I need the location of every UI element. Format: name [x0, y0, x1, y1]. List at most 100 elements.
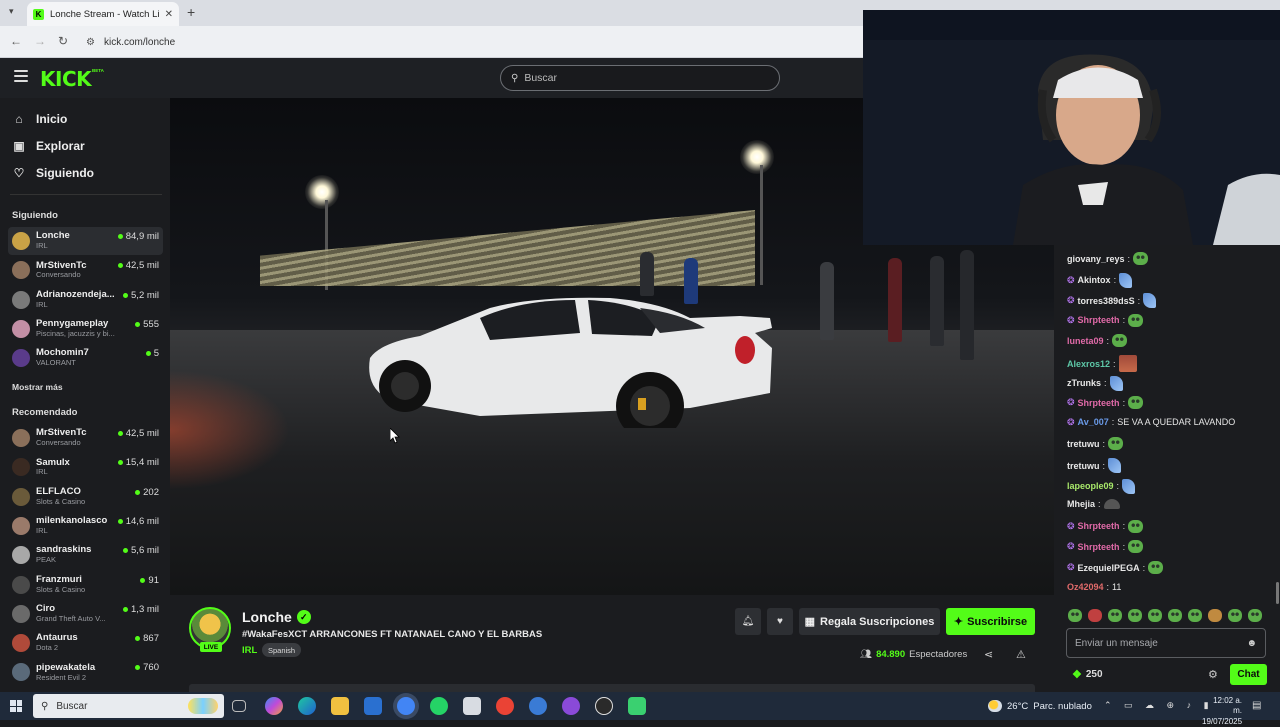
menu-icon[interactable]	[14, 70, 28, 85]
report-warning-icon[interactable]: ⚠	[1016, 648, 1026, 661]
tab-list-chevron-icon[interactable]: ▾	[9, 6, 14, 17]
live-dot-icon	[117, 460, 123, 466]
chrome-icon[interactable]	[496, 697, 514, 715]
store-icon[interactable]	[463, 697, 481, 715]
windows-start-icon[interactable]	[10, 700, 22, 712]
app-icon[interactable]	[595, 697, 613, 715]
chat-username[interactable]: lapeople09	[1067, 481, 1114, 491]
search-bar[interactable]: ⚲	[500, 65, 780, 91]
language-tag[interactable]: Spanish	[262, 643, 302, 657]
emote-icon[interactable]	[1248, 609, 1262, 622]
chat-input-box[interactable]: ☻	[1066, 628, 1266, 658]
channel-category: Resident Evil 2	[36, 673, 87, 682]
forward-icon[interactable]: →	[34, 34, 46, 48]
streamer-name[interactable]: Lonche ✓	[242, 609, 311, 625]
weather-condition: Parc. nublado	[1033, 700, 1092, 712]
chat-username[interactable]: giovany_reys	[1067, 254, 1125, 264]
edge-icon[interactable]	[298, 697, 316, 715]
outlook-icon[interactable]	[364, 697, 382, 715]
follow-heart-icon[interactable]: ♥	[767, 608, 793, 635]
chat-username[interactable]: Shrpteeth	[1078, 542, 1120, 552]
chat-username[interactable]: torres389dsS	[1078, 296, 1135, 306]
copilot-icon[interactable]	[265, 697, 283, 715]
chat-username[interactable]: Shrpteeth	[1078, 398, 1120, 408]
chat-username[interactable]: luneta09	[1067, 336, 1104, 346]
sidebar-channel-mrstiventc[interactable]: MrStivenTc Conversando 42,5 mil	[8, 424, 163, 452]
chat-username[interactable]: Mhejia	[1067, 499, 1095, 509]
weather-widget[interactable]: 26°C Parc. nublado	[988, 700, 1092, 712]
chat-username[interactable]: Alexros12	[1067, 359, 1110, 369]
emote-icon[interactable]	[1068, 609, 1082, 622]
chat-username[interactable]: Oz42094	[1067, 582, 1104, 592]
file-explorer-icon[interactable]	[331, 697, 349, 715]
emote-icon[interactable]	[1148, 609, 1162, 622]
sidebar-channel-pennygameplay[interactable]: Pennygameplay Piscinas, jacuzzis y bi... 5…	[8, 315, 163, 343]
channel-points[interactable]: ❖ 250	[1072, 668, 1103, 681]
reload-icon[interactable]: ↻	[58, 34, 68, 48]
close-tab-icon[interactable]: ✕	[165, 9, 173, 20]
sidebar-channel-pipewakatela[interactable]: pipewakatela Resident Evil 2 760	[8, 658, 163, 686]
sidebar-channel-franzmuri[interactable]: Franzmuri Slots & Casino 91	[8, 571, 163, 599]
sidebar-channel-antaurus[interactable]: Antaurus Dota 2 867	[8, 629, 163, 657]
new-tab-icon[interactable]: +	[187, 4, 195, 20]
emote-icon[interactable]	[1108, 609, 1122, 622]
nav-explorar[interactable]: ▣ Explorar	[12, 139, 84, 153]
sidebar-channel-samulx[interactable]: Samulx IRL 15,4 mil	[8, 453, 163, 481]
sidebar-channel-ciro[interactable]: Ciro Grand Theft Auto V... 1,3 mil	[8, 600, 163, 628]
app-icon[interactable]	[562, 697, 580, 715]
emote-icon[interactable]	[1168, 609, 1182, 622]
chat-username[interactable]: Shrpteeth	[1078, 315, 1120, 325]
chat-settings-gear-icon[interactable]: ⚙	[1208, 668, 1218, 681]
emote-icon[interactable]	[1188, 609, 1202, 622]
back-icon[interactable]: ←	[10, 34, 22, 48]
sidebar-channel-mochomin7[interactable]: Mochomin7 VALORANT 5	[8, 344, 163, 372]
chat-username[interactable]: Akintox	[1078, 275, 1111, 285]
browser-tab[interactable]: K Lonche Stream - Watch Live ✕	[27, 2, 179, 26]
notification-icon[interactable]: ▤	[1252, 700, 1261, 711]
sidebar-channel-adrianozendeja[interactable]: Adrianozendeja... IRL 5,2 mil	[8, 286, 163, 314]
subscribe-button[interactable]: ✦ Suscribirse	[946, 608, 1035, 635]
nav-siguiendo[interactable]: ♡ Siguiendo	[12, 166, 94, 180]
search-input[interactable]	[524, 72, 755, 84]
emoji-picker-icon[interactable]: ☻	[1246, 638, 1257, 649]
system-tray-icons[interactable]: ⌃ ▭ ☁ ⊕ ♪ ▮	[1104, 700, 1214, 711]
kick-logo[interactable]: KICK	[40, 67, 92, 91]
share-icon[interactable]: ⋖	[984, 648, 993, 661]
notifications-bell-icon[interactable]: 🔔︎	[735, 608, 761, 635]
site-info-icon[interactable]: ⚙	[86, 37, 95, 48]
url-text[interactable]: kick.com/lonche	[104, 37, 175, 48]
taskbar-search[interactable]: ⚲ Buscar	[33, 694, 224, 718]
emote-icon[interactable]	[1088, 609, 1102, 622]
gift-subs-button[interactable]: ▦ Regala Suscripciones	[799, 608, 940, 635]
sidebar-channel-milenkanolasco[interactable]: milenkanolasco IRL 14,6 mil	[8, 512, 163, 540]
sidebar-channel-sandraskins[interactable]: sandraskins PEAK 5,6 mil	[8, 541, 163, 569]
live-dot-icon	[135, 636, 141, 642]
sidebar-channel-elflaco[interactable]: ELFLACO Slots & Casino 202	[8, 483, 163, 511]
chat-username[interactable]: Shrpteeth	[1078, 521, 1120, 531]
stream-category-link[interactable]: IRL	[242, 645, 257, 656]
sidebar-channel-lonche[interactable]: Lonche IRL 84,9 mil	[8, 227, 163, 255]
chat-scrollbar[interactable]	[1276, 582, 1279, 604]
app-icon[interactable]	[628, 697, 646, 715]
chat-username[interactable]: tretuwu	[1067, 439, 1100, 449]
chat-message: ❂ Shrpteeth:	[1067, 519, 1144, 533]
taskbar-clock[interactable]: 12:02 a. m. 19/07/2025	[1202, 696, 1242, 727]
emote-icon[interactable]	[1228, 609, 1242, 622]
show-more-link[interactable]: Mostrar más	[12, 382, 63, 392]
whatsapp-icon[interactable]	[430, 697, 448, 715]
emote-icon[interactable]	[1128, 609, 1142, 622]
about-panel-edge	[189, 684, 1035, 692]
viewers-number: 84.890	[876, 649, 906, 660]
chrome-active-icon[interactable]	[397, 697, 415, 715]
nav-inicio[interactable]: ⌂ Inicio	[12, 112, 67, 126]
emote-icon[interactable]	[1208, 609, 1222, 622]
chat-username[interactable]: zTrunks	[1067, 378, 1101, 388]
chat-username[interactable]: Av_007	[1078, 417, 1109, 427]
task-view-icon[interactable]	[232, 700, 246, 712]
app-icon[interactable]	[529, 697, 547, 715]
sidebar-channel-mrstiventc[interactable]: MrStivenTc Conversando 42,5 mil	[8, 256, 163, 284]
chat-send-button[interactable]: Chat	[1230, 664, 1267, 685]
chat-username[interactable]: EzequielPEGA	[1078, 563, 1140, 573]
chat-message-input[interactable]	[1075, 637, 1247, 649]
chat-username[interactable]: tretuwu	[1067, 461, 1100, 471]
